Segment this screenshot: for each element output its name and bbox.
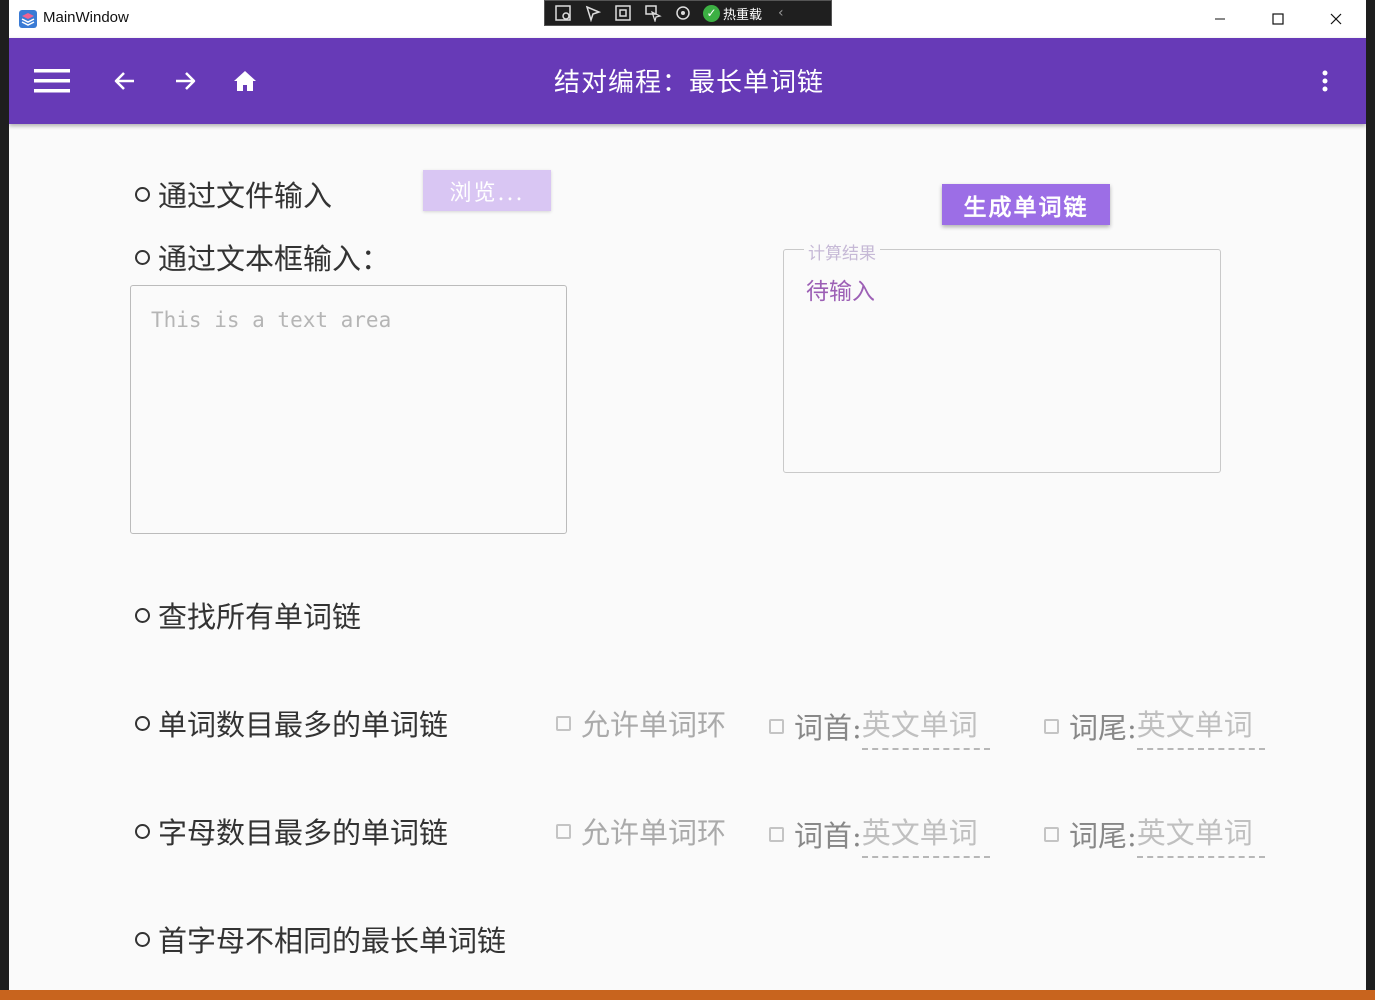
radio-circle-icon	[135, 607, 150, 623]
radio-max-words-label: 单词数目最多的单词链	[158, 708, 449, 742]
app-bar: 结对编程：最长单词链	[9, 38, 1366, 124]
checkbox-tail-words[interactable]: 词尾: 英文单词	[1044, 702, 1265, 750]
maximize-button[interactable]	[1258, 6, 1298, 32]
text-area-input[interactable]: This is a text area	[130, 285, 567, 534]
radio-file-input-label: 通过文件输入	[158, 179, 333, 213]
radio-distinct-head-label: 首字母不相同的最长单词链	[158, 924, 507, 958]
display-layout-adorners-icon[interactable]	[613, 3, 633, 23]
checkbox-allow-cycle-label: 允许单词环	[581, 816, 727, 850]
tail-label: 词尾:	[1069, 819, 1137, 853]
generate-chain-button[interactable]: 生成单词链	[942, 184, 1110, 225]
title-bar: MainWindow ✓ 热重载 ‹	[9, 0, 1366, 38]
result-box: 计算结果 待输入	[783, 239, 1221, 473]
browse-button[interactable]: 浏览...	[423, 170, 551, 211]
arrow-right-icon[interactable]	[167, 65, 203, 97]
menu-icon[interactable]	[34, 65, 70, 97]
checkbox-icon	[769, 718, 784, 734]
page-title: 结对编程：最长单词链	[553, 68, 824, 98]
checkbox-icon	[556, 715, 571, 731]
radio-max-letters[interactable]: 字母数目最多的单词链	[135, 810, 448, 852]
chevron-left-icon[interactable]: ‹	[778, 5, 784, 21]
debug-toolbar: ✓ 热重载 ‹	[544, 0, 832, 26]
radio-distinct-head[interactable]: 首字母不相同的最长单词链	[135, 918, 506, 960]
check-circle-icon: ✓	[703, 4, 720, 22]
radio-circle-icon	[135, 249, 150, 265]
head-label: 词首:	[794, 711, 862, 745]
tail-word-input[interactable]: 英文单词	[1136, 702, 1265, 750]
background-right-edge	[1366, 0, 1375, 1000]
result-value: 待输入	[806, 279, 875, 305]
head-word-input[interactable]: 英文单词	[861, 810, 990, 858]
close-button[interactable]	[1316, 6, 1356, 32]
text-area-placeholder: This is a text area	[151, 308, 392, 332]
home-icon[interactable]	[227, 65, 263, 97]
head-word-input[interactable]: 英文单词	[861, 702, 990, 750]
checkbox-head-letters[interactable]: 词首: 英文单词	[769, 810, 990, 858]
hot-reload-label: 热重载	[723, 7, 763, 23]
taskbar-strip	[0, 990, 1375, 1000]
live-visual-tree-icon[interactable]	[553, 3, 573, 23]
background-left-edge	[0, 0, 9, 1000]
select-element-icon[interactable]	[583, 3, 603, 23]
radio-circle-icon	[135, 823, 150, 839]
checkbox-allow-cycle-words[interactable]: 允许单词环	[556, 702, 726, 744]
tail-label: 词尾:	[1069, 711, 1137, 745]
arrow-left-icon[interactable]	[107, 65, 143, 97]
radio-circle-icon	[135, 186, 150, 202]
radio-max-words[interactable]: 单词数目最多的单词链	[135, 702, 448, 744]
result-legend: 计算结果	[804, 239, 880, 264]
checkbox-icon	[769, 826, 784, 842]
track-focus-icon[interactable]	[643, 3, 663, 23]
radio-max-letters-label: 字母数目最多的单词链	[158, 816, 449, 850]
radio-text-input[interactable]: 通过文本框输入：	[135, 236, 390, 278]
radio-circle-icon	[135, 715, 150, 731]
radio-circle-icon	[135, 931, 150, 947]
hot-reload-settings-icon[interactable]	[673, 3, 693, 23]
app-logo-icon	[19, 10, 37, 28]
checkbox-head-words[interactable]: 词首: 英文单词	[769, 702, 990, 750]
more-vert-icon[interactable]	[1307, 65, 1343, 97]
radio-text-input-label: 通过文本框输入：	[158, 242, 391, 276]
checkbox-allow-cycle-letters[interactable]: 允许单词环	[556, 810, 726, 852]
window-title: MainWindow	[43, 9, 129, 26]
hot-reload-status[interactable]: ✓ 热重载	[703, 4, 762, 23]
checkbox-icon	[1044, 718, 1059, 734]
radio-file-input[interactable]: 通过文件输入	[135, 173, 332, 215]
checkbox-icon	[556, 823, 571, 839]
radio-all-chains-label: 查找所有单词链	[158, 600, 362, 634]
radio-all-chains[interactable]: 查找所有单词链	[135, 594, 361, 636]
checkbox-allow-cycle-label: 允许单词环	[581, 708, 727, 742]
checkbox-tail-letters[interactable]: 词尾: 英文单词	[1044, 810, 1265, 858]
checkbox-icon	[1044, 826, 1059, 842]
head-label: 词首:	[794, 819, 862, 853]
tail-word-input[interactable]: 英文单词	[1136, 810, 1265, 858]
main-window: MainWindow ✓ 热重载 ‹ 结对编程：最长单词链 通过文件输入 浏览.…	[9, 0, 1366, 990]
minimize-button[interactable]	[1200, 6, 1240, 32]
